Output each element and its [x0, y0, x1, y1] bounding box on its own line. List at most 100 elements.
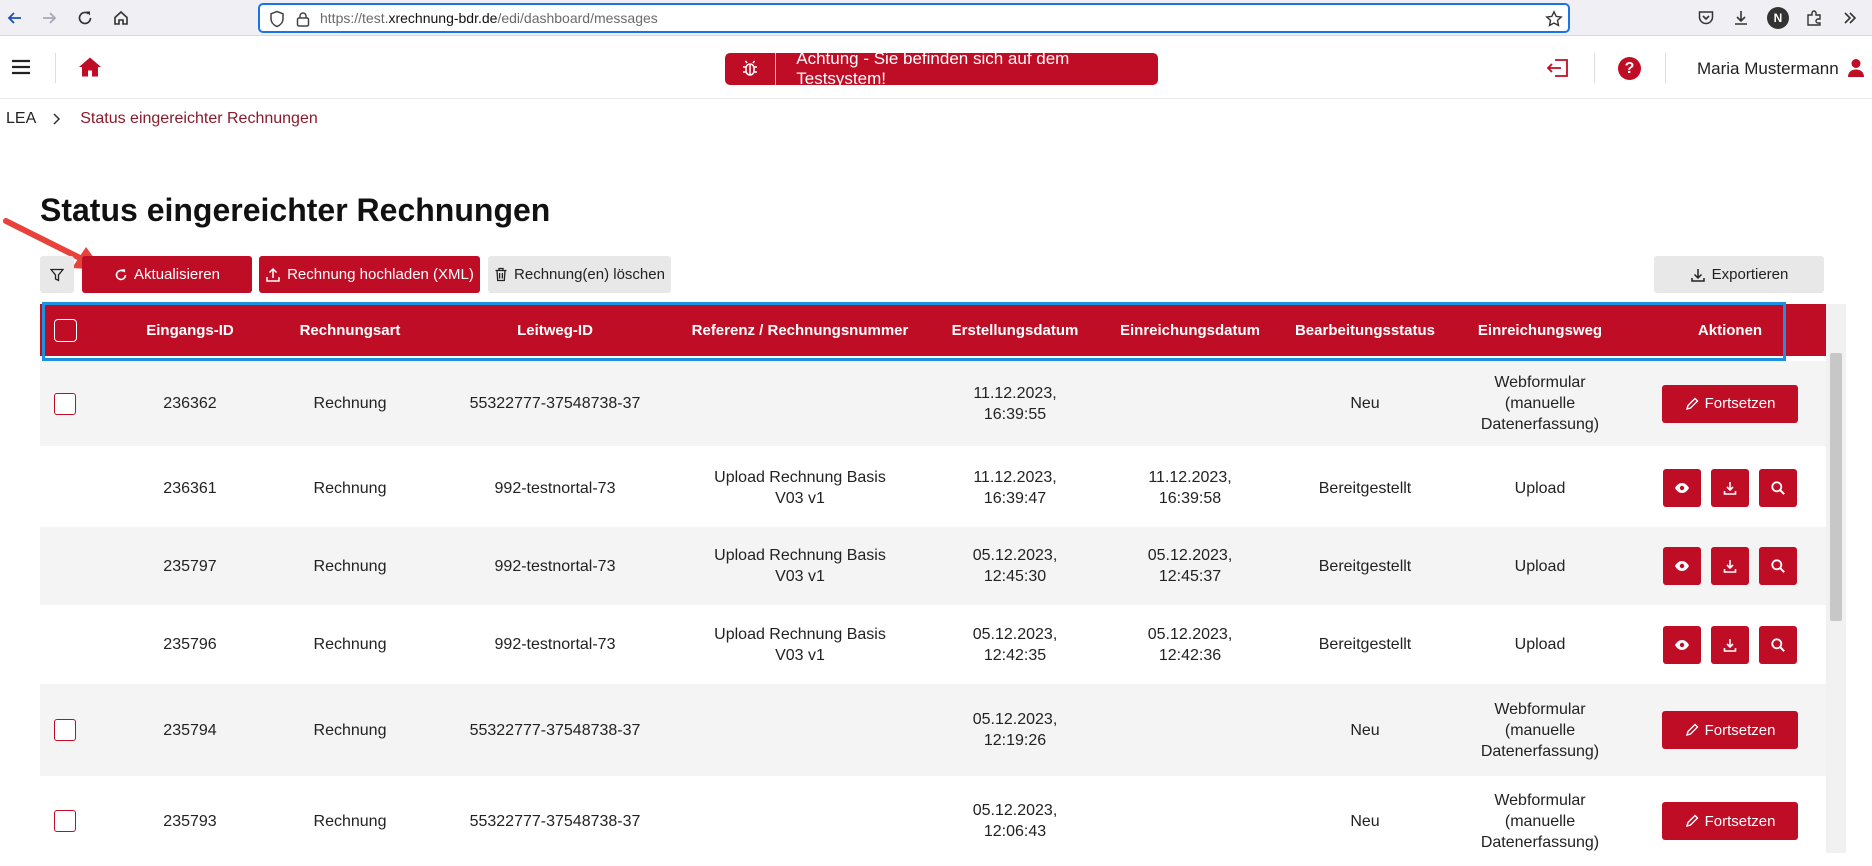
edit-icon — [1685, 814, 1699, 828]
browser-toolbar: https://test.xrechnung-bdr.de/edi/dashbo… — [0, 0, 1872, 36]
home-icon[interactable] — [109, 6, 133, 30]
download-button[interactable] — [1711, 469, 1749, 507]
column-header-status[interactable]: Bearbeitungsstatus — [1270, 304, 1460, 356]
cell-submitted — [1110, 684, 1270, 776]
view-button[interactable] — [1663, 469, 1701, 507]
logout-icon[interactable] — [1546, 57, 1570, 79]
header-divider — [1594, 53, 1595, 83]
column-header-leitweg[interactable]: Leitweg-ID — [430, 304, 680, 356]
cell-status-text: Bereitgestellt — [1318, 479, 1412, 497]
forward-icon[interactable] — [37, 6, 61, 30]
row-checkbox[interactable] — [54, 810, 76, 832]
column-header-submitted[interactable]: Einreichungsdatum — [1110, 304, 1270, 356]
breadcrumb-root[interactable]: LEA — [6, 110, 36, 128]
cell-type-text: Rechnung — [313, 557, 387, 575]
cell-id: 235796 — [110, 605, 270, 684]
star-icon[interactable] — [1544, 9, 1564, 29]
select-all-cell — [40, 304, 90, 356]
user-name[interactable]: Maria Mustermann — [1697, 59, 1839, 79]
bug-icon — [725, 53, 777, 85]
row-checkbox[interactable] — [54, 392, 76, 415]
table-row: 235796 Rechnung 992-testnortal-73 Upload Re… — [40, 605, 1826, 684]
inspect-button[interactable] — [1759, 547, 1797, 585]
cell-reference-text: Upload Rechnung Basis V03 v1 — [714, 469, 886, 507]
pocket-icon[interactable] — [1696, 8, 1716, 28]
continue-label: Fortsetzen — [1704, 395, 1776, 412]
cell-status-text: Neu — [1350, 395, 1380, 412]
lock-icon[interactable] — [293, 9, 313, 29]
view-button[interactable] — [1663, 625, 1701, 664]
profile-avatar[interactable]: N — [1767, 7, 1789, 29]
cell-leitweg: 55322777-37548738-37 — [430, 684, 680, 776]
cell-created-text: 05.12.2023, 12:19:26 — [972, 711, 1058, 749]
table-scrollbar[interactable] — [1826, 304, 1846, 853]
back-icon[interactable] — [3, 6, 27, 30]
cell-type-text: Rechnung — [313, 479, 387, 497]
column-header-id[interactable]: Eingangs-ID — [110, 304, 270, 356]
cell-status: Bereitgestellt — [1270, 605, 1460, 684]
view-button[interactable] — [1663, 547, 1701, 585]
cell-created: 11.12.2023, 16:39:47 — [920, 449, 1110, 527]
address-bar[interactable]: https://test.xrechnung-bdr.de/edi/dashbo… — [258, 3, 1570, 33]
filter-button[interactable] — [40, 256, 74, 293]
row-action-group — [1663, 469, 1797, 507]
export-button[interactable]: Exportieren — [1654, 256, 1824, 293]
continue-button[interactable]: Fortsetzen — [1662, 711, 1798, 749]
select-all-checkbox[interactable] — [53, 318, 77, 342]
cell-actions — [1640, 605, 1820, 684]
user-icon[interactable] — [1847, 58, 1865, 78]
cell-type: Rechnung — [270, 527, 430, 605]
cell-submitted: 05.12.2023, 12:45:37 — [1110, 527, 1270, 605]
download-button[interactable] — [1711, 547, 1749, 585]
cell-type-text: Rechnung — [313, 721, 387, 739]
inspect-button[interactable] — [1759, 625, 1797, 664]
cell-channel-text: Upload — [1514, 557, 1566, 575]
cell-leitweg-text: 55322777-37548738-37 — [469, 721, 641, 739]
upload-invoice-button[interactable]: Rechnung hochladen (XML) — [259, 256, 480, 293]
inspect-button[interactable] — [1759, 469, 1797, 507]
row-checkbox[interactable] — [54, 719, 76, 741]
shield-icon[interactable] — [267, 9, 287, 29]
refresh-button[interactable]: Aktualisieren — [82, 256, 252, 293]
cell-status-text: Bereitgestellt — [1318, 557, 1412, 575]
cell-status: Neu — [1270, 684, 1460, 776]
extensions-icon[interactable] — [1804, 8, 1824, 28]
cell-actions: Fortsetzen — [1640, 361, 1820, 446]
cell-leitweg-text: 992-testnortal-73 — [494, 557, 616, 575]
menu-icon[interactable] — [10, 57, 32, 77]
cell-channel-text: Upload — [1514, 636, 1566, 653]
cell-leitweg-text: 992-testnortal-73 — [494, 636, 616, 653]
reload-icon[interactable] — [73, 6, 97, 30]
delete-invoices-button[interactable]: Rechnung(en) löschen — [488, 256, 671, 293]
url-text: https://test.xrechnung-bdr.de/edi/dashbo… — [320, 10, 658, 26]
magnifier-icon — [1770, 637, 1786, 653]
test-system-banner: Achtung - Sie befinden sich auf dem Test… — [725, 49, 1158, 88]
cell-id-text: 235794 — [163, 721, 217, 739]
column-header-created[interactable]: Erstellungsdatum — [920, 304, 1110, 356]
cell-leitweg: 992-testnortal-73 — [430, 527, 680, 605]
eye-icon — [1674, 482, 1690, 494]
cell-submitted — [1110, 361, 1270, 446]
overflow-icon[interactable] — [1840, 8, 1860, 28]
cell-type: Rechnung — [270, 449, 430, 527]
export-icon — [1690, 267, 1706, 283]
column-header-channel[interactable]: Einreichungsweg — [1440, 304, 1640, 356]
cell-channel: Upload — [1440, 527, 1640, 605]
cell-select — [40, 684, 90, 776]
download-icon[interactable] — [1731, 8, 1751, 28]
continue-label: Fortsetzen — [1704, 721, 1776, 739]
cell-leitweg: 992-testnortal-73 — [430, 605, 680, 684]
help-icon[interactable]: ? — [1618, 57, 1641, 80]
magnifier-icon — [1770, 558, 1786, 574]
cell-select — [40, 605, 90, 684]
column-header-type[interactable]: Rechnungsart — [270, 304, 430, 356]
cell-created-text: 11.12.2023, 16:39:55 — [973, 384, 1057, 423]
cell-leitweg-text: 992-testnortal-73 — [494, 479, 616, 497]
continue-button[interactable]: Fortsetzen — [1662, 802, 1798, 840]
scrollbar-thumb[interactable] — [1830, 353, 1842, 621]
cell-type-text: Rechnung — [313, 812, 387, 830]
column-header-reference[interactable]: Referenz / Rechnungsnummer — [680, 304, 920, 356]
house-icon[interactable] — [78, 56, 102, 78]
download-button[interactable] — [1711, 625, 1749, 664]
continue-button[interactable]: Fortsetzen — [1662, 384, 1798, 423]
